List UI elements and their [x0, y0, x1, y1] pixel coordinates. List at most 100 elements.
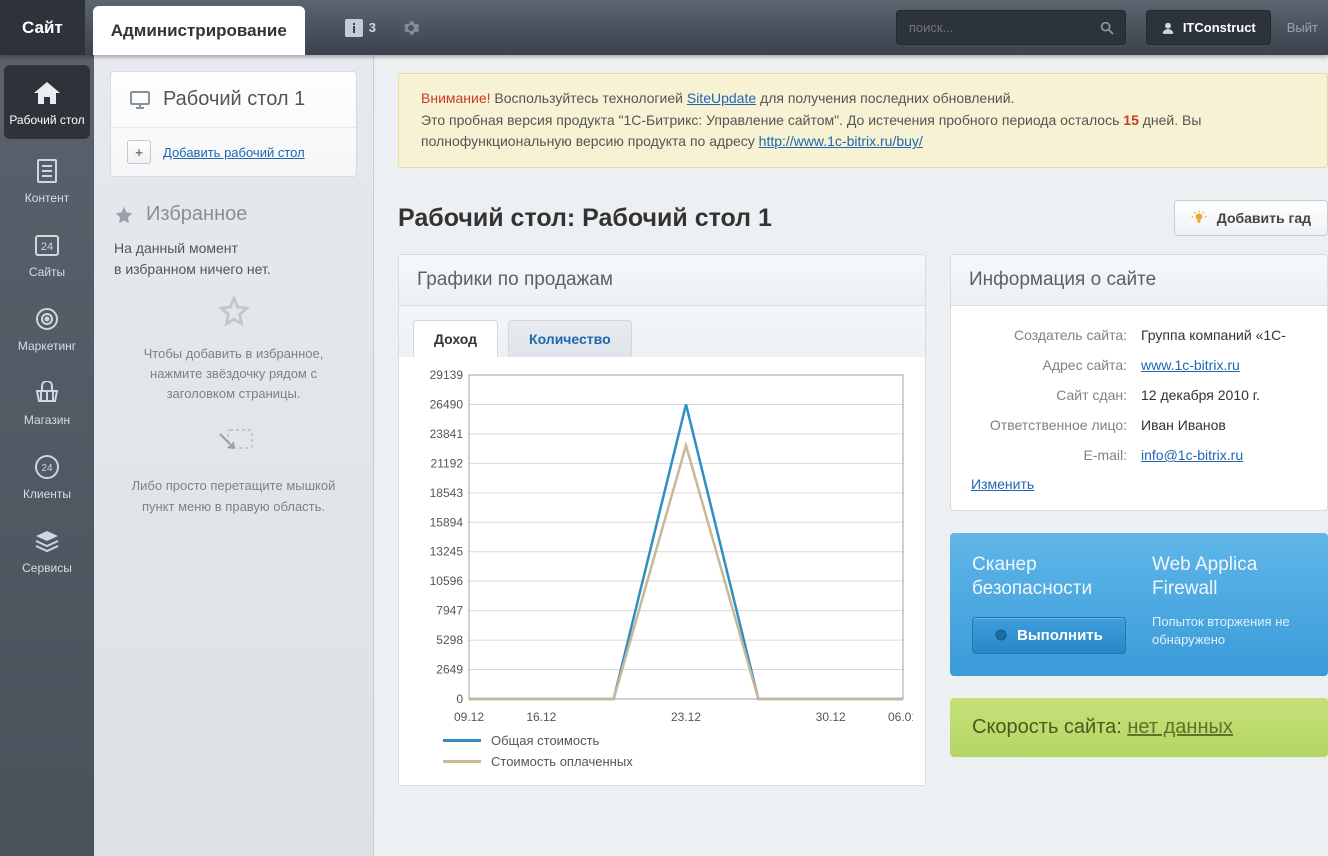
trial-alert: Внимание! Воспользуйтесь технологией Sit… — [398, 73, 1328, 168]
logout-link[interactable]: Выйт — [1277, 0, 1328, 55]
info-row: Адрес сайта:www.1c-bitrix.ru — [971, 350, 1307, 380]
sales-chart-widget: Графики по продажам Доход Количество 026… — [398, 254, 926, 786]
notifications-button[interactable]: 3 — [331, 0, 390, 55]
info-value[interactable]: www.1c-bitrix.ru — [1141, 357, 1307, 373]
topbar: Сайт Администрирование 3 ITConstruct Вый… — [0, 0, 1328, 55]
info-row: Ответственное лицо:Иван Иванов — [971, 410, 1307, 440]
info-value: 12 декабря 2010 г. — [1141, 387, 1307, 403]
svg-text:18543: 18543 — [430, 486, 464, 500]
add-gadget-button[interactable]: Добавить гад — [1174, 200, 1328, 236]
svg-text:0: 0 — [456, 692, 463, 706]
svg-text:16.12: 16.12 — [526, 710, 556, 724]
user-icon — [1161, 21, 1175, 35]
svg-text:24: 24 — [41, 241, 53, 253]
speed-value-link[interactable]: нет данных — [1127, 716, 1232, 738]
svg-text:2649: 2649 — [436, 663, 463, 677]
security-scanner-widget: Сканер безопасности Выполнить Web Applic… — [950, 533, 1328, 676]
rail-label: Сервисы — [22, 561, 72, 575]
scanner-title: Сканер безопасности — [972, 553, 1126, 601]
rail-label: Маркетинг — [18, 339, 76, 353]
svg-text:13245: 13245 — [430, 545, 464, 559]
lightbulb-icon — [1191, 210, 1207, 226]
favorites-empty: На данный момент в избранном ничего нет. — [110, 236, 357, 288]
info-icon — [345, 19, 363, 37]
add-desktop-button[interactable]: + — [127, 140, 151, 164]
favorites-hint-1: Чтобы добавить в избранное, нажмите звёз… — [110, 338, 357, 422]
svg-text:30.12: 30.12 — [816, 710, 846, 724]
rail-label: Сайты — [29, 265, 65, 279]
info-widget-title: Информация о сайте — [951, 255, 1327, 306]
layers-icon — [32, 527, 62, 555]
star-outline-icon — [110, 288, 357, 338]
target-icon — [32, 305, 62, 333]
add-desktop-link[interactable]: Добавить рабочий стол — [163, 145, 305, 160]
days-left: 15 — [1123, 112, 1139, 128]
chart-tabs: Доход Количество — [399, 306, 925, 357]
search-box[interactable] — [896, 10, 1126, 45]
alert-warning: Внимание! — [421, 90, 491, 106]
svg-text:10596: 10596 — [430, 574, 464, 588]
rail-services[interactable]: Сервисы — [0, 513, 94, 587]
info-key: Создатель сайта: — [971, 327, 1141, 343]
svg-text:06.01: 06.01 — [888, 710, 913, 724]
rail-sites[interactable]: 24 Сайты — [0, 217, 94, 291]
rail-clients[interactable]: 24 Клиенты — [0, 439, 94, 513]
svg-text:26490: 26490 — [430, 398, 464, 412]
svg-text:5298: 5298 — [436, 633, 463, 647]
rail-marketing[interactable]: Маркетинг — [0, 291, 94, 365]
tab-admin[interactable]: Администрирование — [93, 6, 305, 55]
svg-text:29139: 29139 — [430, 368, 464, 382]
info-value: Группа компаний «1С- — [1141, 327, 1307, 343]
drag-icon — [110, 422, 357, 470]
buy-link[interactable]: http://www.1c-bitrix.ru/buy/ — [759, 133, 923, 149]
favorites-title: Избранное — [146, 203, 247, 226]
svg-text:23841: 23841 — [430, 427, 464, 441]
rail-desktop[interactable]: Рабочий стол — [4, 65, 90, 139]
rail-label: Контент — [25, 191, 69, 205]
add-desktop-row: + Добавить рабочий стол — [111, 128, 356, 176]
desktop-card: Рабочий стол 1 + Добавить рабочий стол — [110, 71, 357, 177]
info-value: Иван Иванов — [1141, 417, 1307, 433]
info-key: Сайт сдан: — [971, 387, 1141, 403]
tab-quantity[interactable]: Количество — [508, 320, 632, 357]
siteupdate-link[interactable]: SiteUpdate — [687, 90, 756, 106]
info-row: Сайт сдан:12 декабря 2010 г. — [971, 380, 1307, 410]
speed-label: Скорость сайта: — [972, 716, 1127, 738]
svg-text:7947: 7947 — [436, 604, 463, 618]
tab-site[interactable]: Сайт — [0, 0, 85, 55]
info-key: Ответственное лицо: — [971, 417, 1141, 433]
basket-icon — [32, 379, 62, 407]
rail-shop[interactable]: Магазин — [0, 365, 94, 439]
info-row: Создатель сайта:Группа компаний «1С- — [971, 320, 1307, 350]
page-title: Рабочий стол: Рабочий стол 1 — [398, 204, 1174, 233]
site-speed-widget: Скорость сайта: нет данных — [950, 698, 1328, 757]
tab-income[interactable]: Доход — [413, 320, 498, 357]
dot-icon — [995, 629, 1007, 641]
nav-rail: Рабочий стол Контент 24 Сайты Маркетинг … — [0, 55, 94, 856]
firewall-sub: Попыток вторжения не обнаружено — [1152, 613, 1306, 649]
monitor-icon — [129, 90, 151, 110]
rail-label: Магазин — [24, 413, 70, 427]
search-icon[interactable] — [1099, 20, 1115, 36]
sidebar: Рабочий стол 1 + Добавить рабочий стол И… — [94, 55, 374, 856]
chart-legend: Общая стоимость Стоимость оплаченных — [413, 727, 911, 769]
info-change-link[interactable]: Изменить — [971, 476, 1034, 492]
document-icon — [32, 157, 62, 185]
gear-icon — [402, 19, 420, 37]
user-menu[interactable]: ITConstruct — [1146, 10, 1271, 45]
user-name: ITConstruct — [1183, 20, 1256, 35]
search-input[interactable] — [907, 12, 1099, 43]
settings-button[interactable] — [390, 0, 432, 55]
info-key: E-mail: — [971, 447, 1141, 463]
desktop-title-row: Рабочий стол 1 — [111, 72, 356, 128]
favorites-hint-2: Либо просто перетащите мышкой пункт меню… — [110, 470, 357, 534]
info-row: E-mail:info@1c-bitrix.ru — [971, 440, 1307, 470]
main-area: Внимание! Воспользуйтесь технологией Sit… — [374, 55, 1328, 856]
svg-text:24: 24 — [41, 463, 53, 474]
info-value[interactable]: info@1c-bitrix.ru — [1141, 447, 1307, 463]
info-key: Адрес сайта: — [971, 357, 1141, 373]
scanner-run-button[interactable]: Выполнить — [972, 617, 1126, 654]
rail-content[interactable]: Контент — [0, 143, 94, 217]
svg-text:21192: 21192 — [431, 456, 464, 470]
svg-text:09.12: 09.12 — [454, 710, 484, 724]
